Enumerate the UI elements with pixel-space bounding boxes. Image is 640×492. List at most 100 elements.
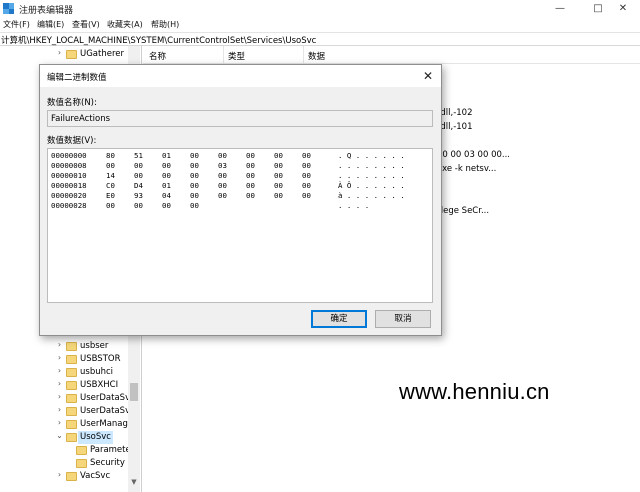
hex-byte[interactable]: 00: [134, 201, 143, 211]
hex-ascii[interactable]: À Ô . . . . . .: [338, 181, 405, 191]
close-icon[interactable]: ✕: [420, 68, 436, 84]
hex-byte[interactable]: 00: [190, 171, 199, 181]
hex-address: 00000008: [51, 161, 87, 170]
column-type-header[interactable]: 类型: [228, 50, 245, 62]
hex-byte[interactable]: 00: [302, 171, 311, 181]
hex-byte[interactable]: 00: [162, 201, 171, 211]
folder-icon: [66, 420, 77, 429]
hex-byte[interactable]: 00: [218, 191, 227, 201]
hex-byte[interactable]: 00: [274, 161, 283, 171]
title-bar: 注册表编辑器 — □ ✕: [0, 0, 640, 17]
chevron-right-icon[interactable]: ›: [55, 392, 64, 401]
folder-icon: [66, 407, 77, 416]
folder-icon: [66, 381, 77, 390]
chevron-right-icon[interactable]: ›: [55, 353, 64, 362]
list-data-cell[interactable]: 00 00 03 00 00...: [437, 150, 510, 160]
tree-scrollbar-thumb[interactable]: [130, 383, 138, 401]
hex-byte[interactable]: 00: [274, 151, 283, 161]
ok-button[interactable]: 确定: [311, 310, 367, 328]
hex-ascii[interactable]: . Q . . . . . .: [338, 151, 405, 161]
value-name-field: FailureActions: [47, 110, 433, 127]
chevron-right-icon[interactable]: ›: [55, 405, 64, 414]
hex-byte[interactable]: 14: [106, 171, 115, 181]
hex-byte[interactable]: 00: [190, 201, 199, 211]
hex-byte[interactable]: 00: [134, 161, 143, 171]
address-path[interactable]: 计算机\HKEY_LOCAL_MACHINE\SYSTEM\CurrentCon…: [1, 34, 316, 46]
value-data-label: 数值数据(V):: [47, 136, 97, 146]
list-data-cell[interactable]: exe -k netsv...: [437, 164, 496, 174]
folder-icon: [66, 433, 77, 442]
hex-byte[interactable]: 00: [246, 191, 255, 201]
address-bar[interactable]: 计算机\HKEY_LOCAL_MACHINE\SYSTEM\CurrentCon…: [0, 32, 640, 46]
hex-byte[interactable]: C0: [106, 181, 115, 191]
column-name-header[interactable]: 名称: [149, 50, 166, 62]
hex-byte[interactable]: 00: [190, 191, 199, 201]
cancel-button[interactable]: 取消: [375, 310, 431, 328]
folder-icon: [66, 368, 77, 377]
scroll-down-arrow-icon[interactable]: ▼: [128, 478, 140, 490]
tree-item-label: UserDataSvc: [80, 393, 135, 403]
hex-byte[interactable]: 00: [302, 161, 311, 171]
hex-byte[interactable]: 00: [246, 161, 255, 171]
column-data-header[interactable]: 数据: [308, 50, 325, 62]
tree-item-label: USBSTOR: [80, 354, 121, 364]
hex-byte[interactable]: 00: [246, 181, 255, 191]
hex-byte[interactable]: E0: [106, 191, 115, 201]
chevron-right-icon[interactable]: ›: [55, 379, 64, 388]
hex-ascii[interactable]: . . . .: [338, 201, 369, 211]
hex-byte[interactable]: 00: [162, 171, 171, 181]
hex-byte[interactable]: 00: [302, 191, 311, 201]
menu-edit[interactable]: 编辑(E): [37, 19, 64, 30]
hex-byte[interactable]: 01: [162, 151, 171, 161]
hex-byte[interactable]: 00: [218, 171, 227, 181]
tree-item-label: usbuhci: [80, 367, 114, 377]
hex-byte[interactable]: 93: [134, 191, 143, 201]
hex-ascii[interactable]: . . . . . . . .: [338, 161, 405, 171]
registry-editor-icon: [3, 3, 14, 14]
hex-byte[interactable]: 00: [274, 191, 283, 201]
hex-byte[interactable]: 00: [106, 201, 115, 211]
hex-byte[interactable]: 00: [302, 151, 311, 161]
hex-data-editor[interactable]: 00000000 80 51 01 00 00 00 00 00. Q . . . . . .0…: [47, 148, 433, 303]
hex-byte[interactable]: 00: [190, 181, 199, 191]
folder-icon: [76, 459, 87, 468]
edit-binary-dialog: 编辑二进制数值 ✕ 数值名称(N): FailureActions 数值数据(V…: [39, 64, 442, 336]
hex-byte[interactable]: 51: [134, 151, 143, 161]
close-window-button[interactable]: ✕: [606, 0, 640, 17]
menu-bar: 文件(F) 编辑(E) 查看(V) 收藏夹(A) 帮助(H): [0, 17, 640, 32]
tree-item-label: UGatherer: [80, 49, 124, 59]
menu-help[interactable]: 帮助(H): [151, 19, 179, 30]
hex-byte[interactable]: 00: [246, 151, 255, 161]
hex-byte[interactable]: 00: [274, 181, 283, 191]
hex-byte[interactable]: 00: [246, 171, 255, 181]
menu-view[interactable]: 查看(V): [72, 19, 100, 30]
hex-byte[interactable]: D4: [134, 181, 143, 191]
hex-byte[interactable]: 00: [162, 161, 171, 171]
chevron-right-icon[interactable]: ›: [55, 470, 64, 479]
hex-ascii[interactable]: à . . . . . . .: [338, 191, 405, 201]
hex-byte[interactable]: 01: [162, 181, 171, 191]
hex-byte[interactable]: 00: [106, 161, 115, 171]
hex-byte[interactable]: 00: [134, 171, 143, 181]
hex-byte[interactable]: 00: [218, 181, 227, 191]
hex-ascii[interactable]: . . . . . . . .: [338, 171, 405, 181]
hex-byte[interactable]: 00: [302, 181, 311, 191]
hex-byte[interactable]: 00: [190, 161, 199, 171]
menu-file[interactable]: 文件(F): [3, 19, 30, 30]
chevron-right-icon[interactable]: ›: [55, 48, 64, 57]
hex-byte[interactable]: 00: [274, 171, 283, 181]
hex-byte[interactable]: 00: [190, 151, 199, 161]
folder-icon: [66, 472, 77, 481]
chevron-right-icon[interactable]: ›: [55, 366, 64, 375]
chevron-down-icon[interactable]: ⌄: [55, 431, 64, 440]
hex-byte[interactable]: 03: [218, 161, 227, 171]
menu-favorites[interactable]: 收藏夹(A): [107, 19, 143, 30]
folder-icon: [66, 50, 77, 59]
hex-byte[interactable]: 04: [162, 191, 171, 201]
chevron-right-icon[interactable]: ›: [55, 340, 64, 349]
hex-byte[interactable]: 00: [218, 151, 227, 161]
chevron-right-icon[interactable]: ›: [55, 418, 64, 427]
minimize-button[interactable]: —: [540, 0, 580, 17]
hex-byte[interactable]: 80: [106, 151, 115, 161]
list-header: 名称 类型 数据: [143, 46, 640, 64]
